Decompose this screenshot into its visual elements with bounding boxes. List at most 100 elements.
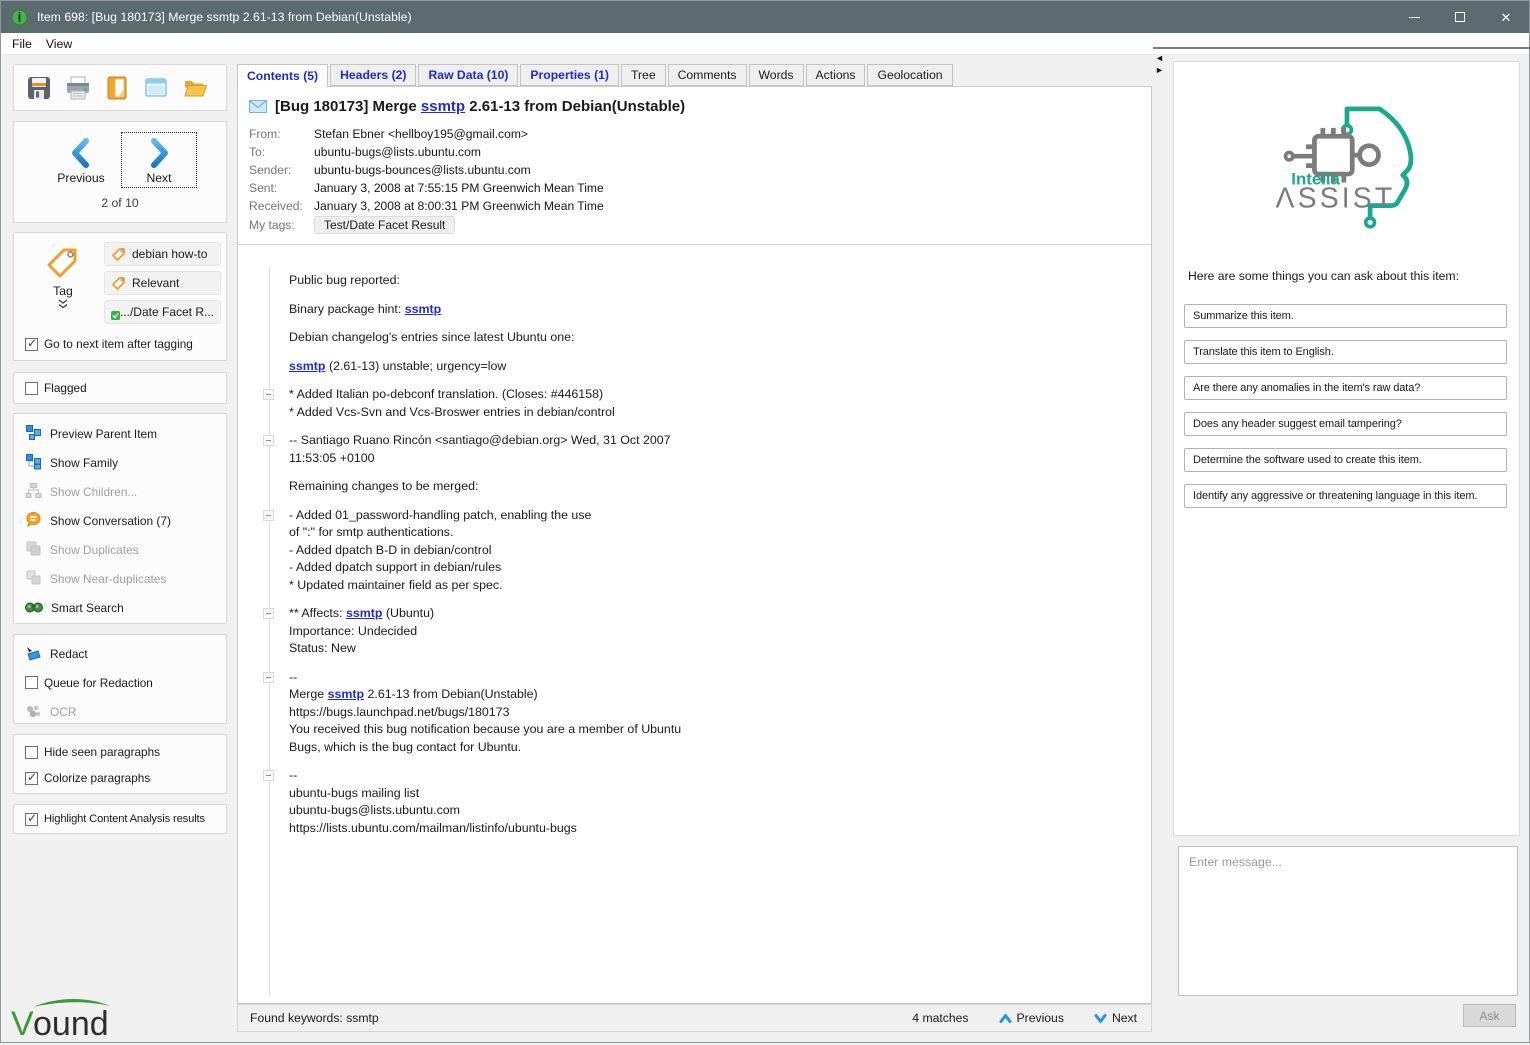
collapse-paragraph-icon[interactable] (263, 770, 274, 781)
save-button[interactable] (25, 74, 53, 102)
minimize-button[interactable] (1391, 1, 1437, 33)
tag-chip-button[interactable]: .../Date Facet R... (104, 300, 221, 324)
suggestion-button[interactable]: Are there any anomalies in the item's ra… (1184, 376, 1507, 400)
collapse-paragraph-icon[interactable] (263, 435, 274, 446)
field-label: To: (249, 145, 314, 159)
tab-properties-1[interactable]: Properties (1) (520, 64, 619, 86)
tab-geolocation[interactable]: Geolocation (867, 64, 952, 86)
hide-seen-paragraphs-checkbox[interactable]: Hide seen paragraphs (14, 739, 226, 765)
collapse-paragraph-icon[interactable] (263, 510, 274, 521)
tab-actions[interactable]: Actions (806, 64, 866, 86)
go-to-next-after-tagging-checkbox[interactable]: Go to next item after tagging (25, 337, 193, 351)
queue-for-redaction-checkbox[interactable]: Queue for Redaction (14, 668, 226, 697)
tab-tree[interactable]: Tree (621, 64, 666, 86)
paragraph-line: * Added Italian po-debconf translation. … (289, 386, 1131, 404)
subject-link[interactable]: ssmtp (421, 98, 465, 115)
suggestion-button[interactable]: Identify any aggressive or threatening l… (1184, 484, 1507, 508)
colorize-paragraphs-checkbox[interactable]: Colorize paragraphs (14, 765, 226, 791)
email-header-fields: From:Stefan Ebner <hellboy195@gmail.com>… (249, 125, 1151, 215)
item-position: 2 of 10 (14, 196, 226, 210)
message-input[interactable] (1178, 846, 1518, 996)
preview-parent-item-button[interactable]: Preview Parent Item (14, 419, 226, 448)
highlight-content-analysis-checkbox[interactable]: Highlight Content Analysis results (25, 813, 205, 826)
chevron-down-icon (1094, 1012, 1107, 1025)
export-document-button[interactable] (103, 74, 131, 102)
open-folder-button[interactable] (181, 74, 209, 102)
body-text-segment: of ":" for smtp authentications. (289, 525, 453, 539)
minimize-icon (1409, 17, 1420, 18)
checkbox (25, 813, 38, 826)
navigation-panel: Previous Next 2 of 10 (13, 121, 227, 223)
paragraph-line: - Added dpatch support in debian/rules (289, 559, 1131, 577)
suggestion-button[interactable]: Summarize this item. (1184, 304, 1507, 328)
field-label: Sender: (249, 163, 314, 177)
print-button[interactable] (64, 74, 92, 102)
parent-item-icon (25, 424, 42, 444)
show-family-button[interactable]: Show Family (14, 448, 226, 477)
ask-button[interactable]: Ask (1463, 1004, 1516, 1027)
show-children-button: Show Children... (14, 477, 226, 506)
show-near-duplicates-button: Show Near-duplicates (14, 564, 226, 593)
flagged-checkbox[interactable]: Flagged (25, 381, 87, 395)
next-match-button[interactable]: Next (1094, 1011, 1137, 1025)
previous-match-button[interactable]: Previous (999, 1011, 1064, 1025)
maximize-button[interactable] (1437, 1, 1483, 33)
show-duplicates-button: Show Duplicates (14, 535, 226, 564)
body-link[interactable]: ssmtp (346, 606, 383, 620)
tab-headers-2[interactable]: Headers (2) (330, 64, 416, 86)
email-paragraph: Debian changelog's entries since latest … (289, 329, 1131, 347)
expand-right-icon[interactable]: ► (1155, 65, 1164, 75)
collapse-paragraph-icon[interactable] (263, 389, 274, 400)
paragraph-line: ubuntu-bugs@lists.ubuntu.com (289, 802, 1131, 820)
tag-icon (44, 243, 82, 281)
email-field-row: Received:January 3, 2008 at 8:00:31 PM G… (249, 197, 1151, 215)
collapse-left-icon[interactable]: ◄ (1155, 53, 1164, 63)
tag-chip-button[interactable]: Relevant (104, 271, 221, 295)
collapse-paragraph-icon[interactable] (263, 672, 274, 683)
panel-splitter[interactable]: ◄ ► (1155, 53, 1164, 75)
close-button[interactable]: ✕ (1483, 1, 1529, 33)
paragraph-line: ssmtp (2.61-13) unstable; urgency=low (289, 358, 1131, 376)
tab-raw-data-10[interactable]: Raw Data (10) (418, 64, 518, 86)
suggestion-button[interactable]: Does any header suggest email tampering? (1184, 412, 1507, 436)
smart-search-icon (25, 599, 43, 617)
smart-search-button[interactable]: Smart Search (14, 593, 226, 622)
body-link[interactable]: ssmtp (405, 302, 442, 316)
previous-label: Previous (57, 171, 104, 185)
my-tag-chip[interactable]: Test/Date Facet Result (314, 216, 455, 234)
tab-words[interactable]: Words (749, 64, 804, 86)
body-text-segment: (Ubuntu) (382, 606, 434, 620)
field-value: January 3, 2008 at 8:00:31 PM Greenwich … (314, 199, 604, 213)
body-text-segment: Bugs, which is the bug contact for Ubunt… (289, 740, 521, 754)
body-text-segment: * Added Italian po-debconf translation. … (289, 387, 603, 401)
menu-view[interactable]: View (39, 35, 79, 53)
paragraph-line: -- (289, 669, 1131, 687)
body-text-segment: (2.61-13) unstable; urgency=low (326, 359, 507, 373)
tab-comments[interactable]: Comments (668, 64, 747, 86)
action-label: Show Children... (50, 485, 137, 499)
menu-file[interactable]: File (5, 35, 39, 53)
tab-contents-5[interactable]: Contents (5) (237, 64, 328, 87)
suggestion-button[interactable]: Determine the software used to create th… (1184, 448, 1507, 472)
tag-button[interactable]: Tag (30, 243, 96, 309)
checkbox (25, 772, 38, 785)
paragraph-line: ** Affects: ssmtp (Ubuntu) (289, 605, 1131, 623)
window-button[interactable] (142, 74, 170, 102)
redact-button[interactable]: Redact (14, 639, 226, 668)
show-conversation-7-button[interactable]: Show Conversation (7) (14, 506, 226, 535)
chevron-right-icon (145, 137, 173, 169)
collapse-paragraph-icon[interactable] (263, 608, 274, 619)
suggestion-button[interactable]: Translate this item to English. (1184, 340, 1507, 364)
titlebar: Item 698: [Bug 180173] Merge ssmtp 2.61-… (1, 1, 1529, 33)
paragraph-line: * Updated maintainer field as per spec. (289, 577, 1131, 595)
body-link[interactable]: ssmtp (289, 359, 326, 373)
duplicates-icon (25, 540, 42, 560)
tag-chip-button[interactable]: debian how-to (104, 242, 221, 266)
next-item-button[interactable]: Next (122, 133, 196, 187)
body-text-segment: Debian changelog's entries since latest … (289, 330, 574, 344)
body-link[interactable]: ssmtp (328, 687, 365, 701)
email-paragraph: Remaining changes to be merged: (289, 478, 1131, 496)
panel-divider (1153, 47, 1530, 49)
paragraph-line: * Added Vcs-Svn and Vcs-Broswer entries … (289, 404, 1131, 422)
previous-item-button[interactable]: Previous (44, 133, 118, 187)
